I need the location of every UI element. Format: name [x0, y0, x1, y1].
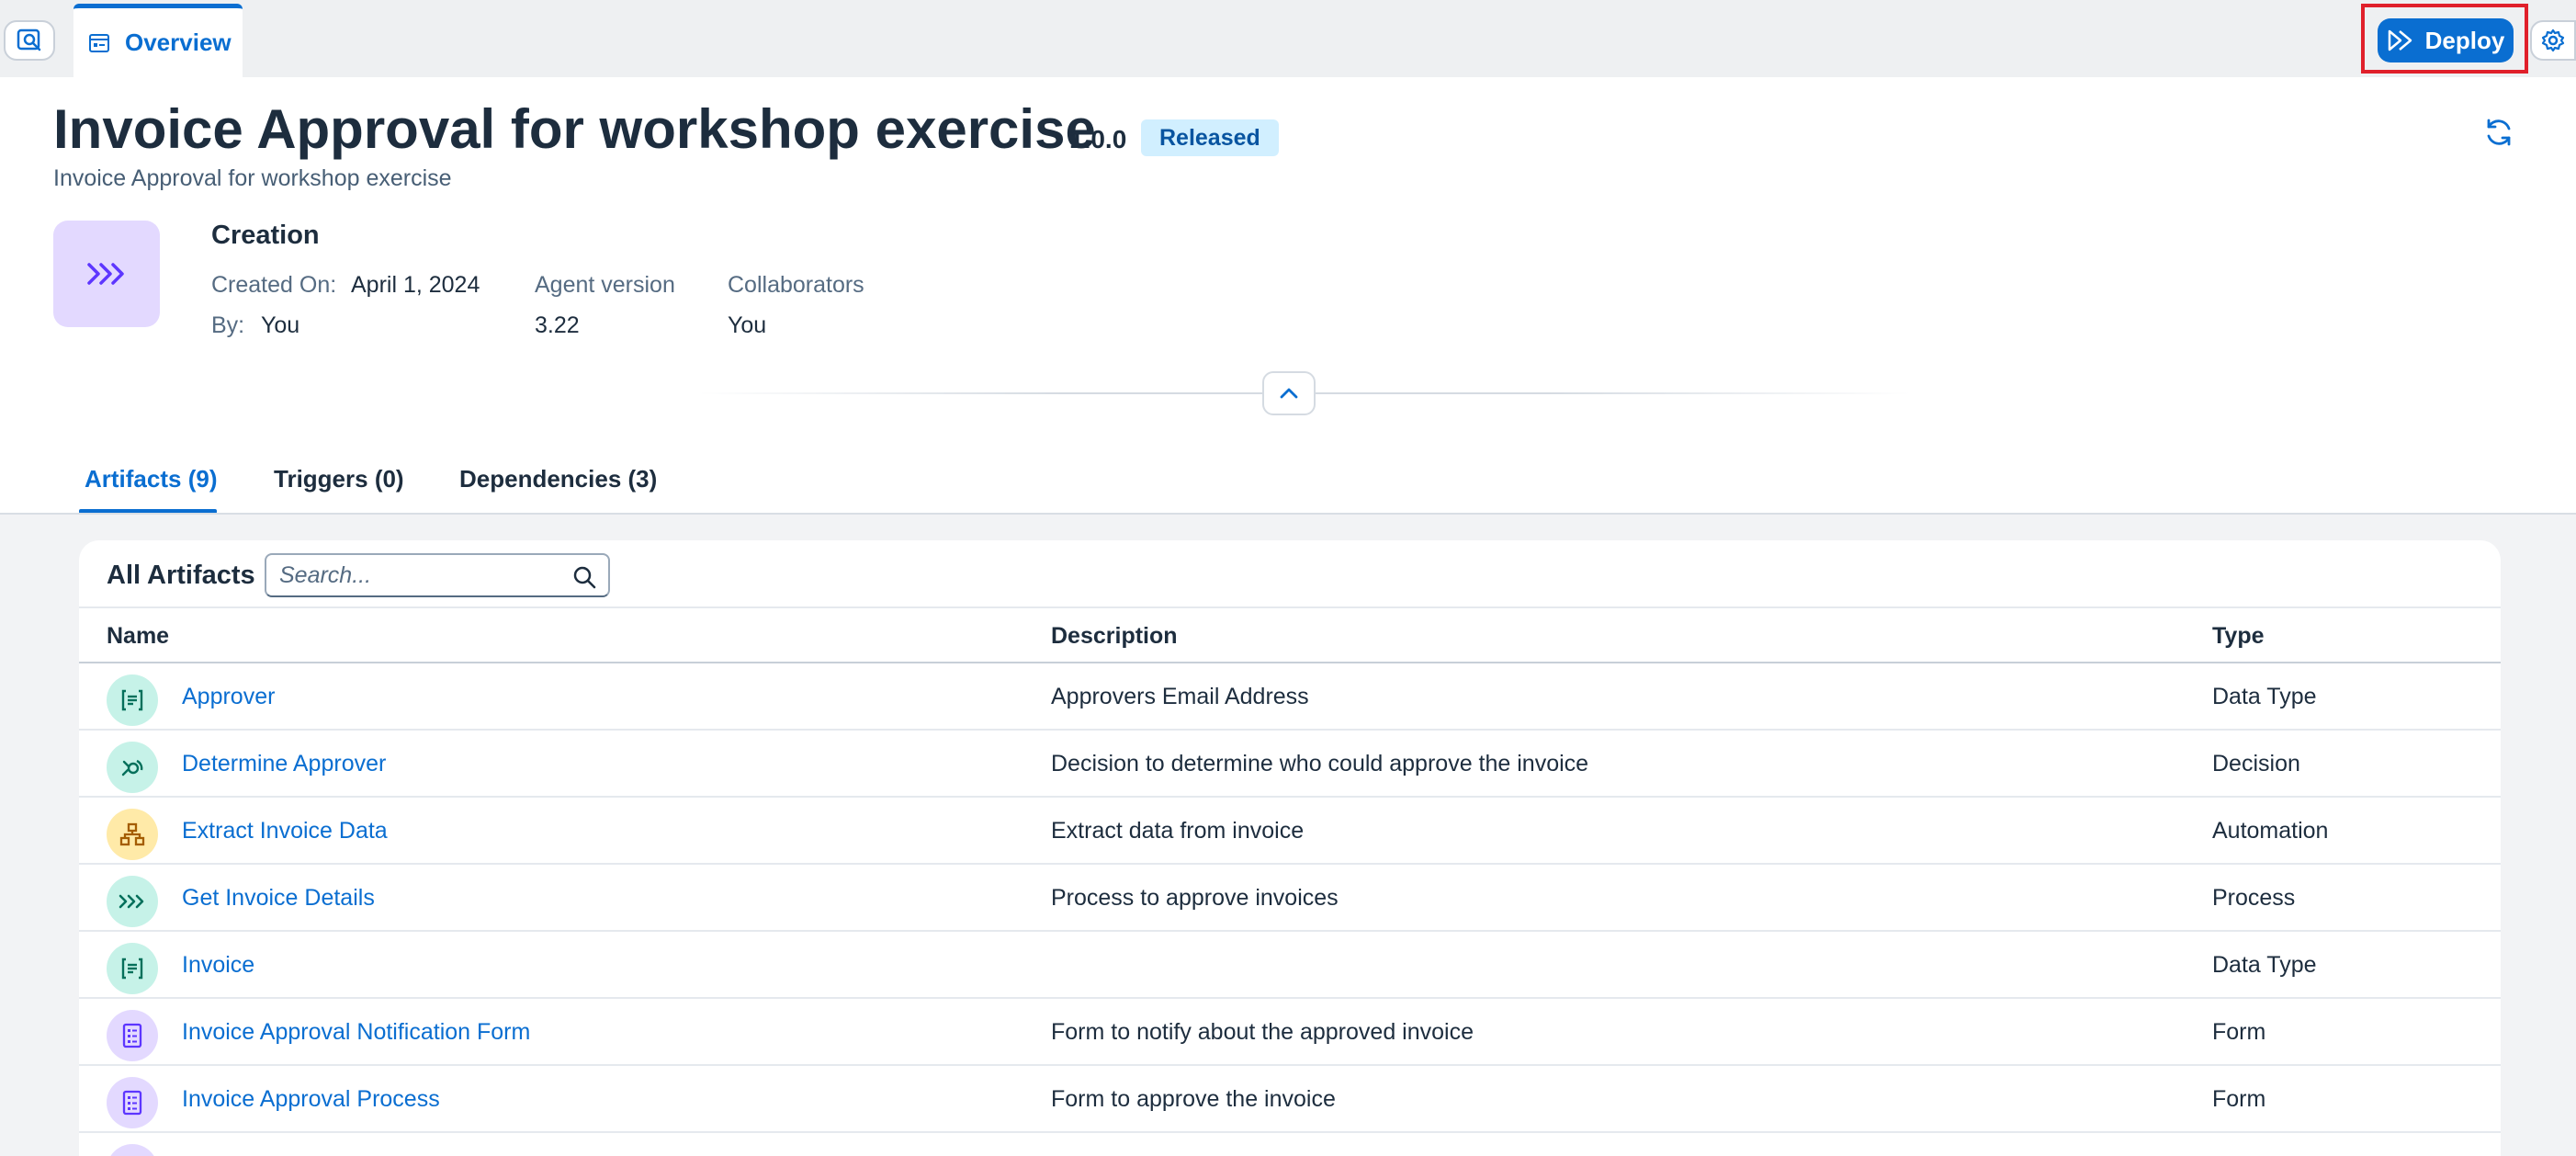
artifact-description: Decision to determine who could approve …	[1051, 751, 1589, 776]
page-subtitle: Invoice Approval for workshop exercise	[53, 165, 452, 191]
table-row-partial[interactable]	[79, 1133, 2501, 1156]
artifact-type: Process	[2212, 885, 2296, 911]
artifact-name-link[interactable]: Determine Approver	[182, 751, 386, 777]
artifact-name-link[interactable]: Invoice Approval Process	[182, 1086, 440, 1113]
artifact-type: Data Type	[2212, 684, 2317, 709]
by-label: By:	[211, 312, 245, 338]
gear-icon	[2541, 28, 2565, 52]
artifact-name-link[interactable]: Extract Invoice Data	[182, 818, 388, 844]
tab-dependencies[interactable]: Dependencies (3)	[459, 465, 657, 493]
column-header-type[interactable]: Type	[2212, 623, 2265, 650]
artifact-name-link[interactable]: Invoice Approval Notification Form	[182, 1019, 530, 1046]
by-value: You	[261, 312, 300, 338]
deploy-label: Deploy	[2424, 26, 2505, 54]
search-object-icon	[17, 28, 41, 51]
table-header: Name Description Type	[79, 606, 2501, 663]
form-icon	[107, 1144, 158, 1156]
artifact-description: Process to approve invoices	[1051, 885, 1339, 911]
tab-overview-label: Overview	[125, 28, 232, 56]
table-row[interactable]: Invoice Approval Process Form to approve…	[79, 1066, 2501, 1133]
decision-icon	[107, 742, 158, 793]
form-icon	[107, 1010, 158, 1061]
refresh-button[interactable]	[2480, 114, 2517, 151]
artifact-description: Form to approve the invoice	[1051, 1086, 1336, 1112]
column-header-description[interactable]: Description	[1051, 623, 1178, 650]
deploy-icon	[2388, 29, 2412, 51]
tabs-divider	[0, 513, 2576, 515]
artifact-type: Decision	[2212, 751, 2300, 776]
process-tile	[53, 221, 160, 327]
page-title: Invoice Approval for workshop exercise	[53, 98, 1096, 160]
process-chevrons-icon	[87, 263, 124, 285]
table-row[interactable]: Invoice Data Type	[79, 932, 2501, 999]
artifact-name-link[interactable]: Approver	[182, 684, 275, 710]
agent-version-label: Agent version	[535, 272, 675, 298]
status-badge: Released	[1141, 119, 1279, 156]
search-icon[interactable]	[571, 564, 597, 590]
artifact-type: Form	[2212, 1086, 2266, 1112]
artifact-description: Approvers Email Address	[1051, 684, 1309, 709]
form-icon	[107, 1077, 158, 1128]
tab-overview[interactable]: Overview	[73, 4, 243, 77]
data-type-icon	[107, 943, 158, 994]
creation-title: Creation	[211, 221, 320, 250]
artifact-name-link[interactable]: Get Invoice Details	[182, 885, 375, 912]
artifact-type: Form	[2212, 1019, 2266, 1045]
tab-bar: Artifacts (9) Triggers (0) Dependencies …	[0, 459, 2576, 515]
collaborators-value: You	[728, 312, 767, 338]
tab-triggers[interactable]: Triggers (0)	[274, 465, 404, 493]
table-row[interactable]: Approver Approvers Email Address Data Ty…	[79, 663, 2501, 731]
top-bar: Overview Deploy	[0, 0, 2576, 77]
artifact-type: Automation	[2212, 818, 2329, 844]
data-type-icon	[107, 674, 158, 726]
artifact-description: Extract data from invoice	[1051, 818, 1305, 844]
artifact-type: Data Type	[2212, 952, 2317, 978]
refresh-icon	[2487, 119, 2511, 146]
agent-version-value: 3.22	[535, 312, 580, 338]
process-icon	[107, 876, 158, 927]
tab-artifacts[interactable]: Artifacts (9)	[85, 465, 217, 493]
column-header-name[interactable]: Name	[107, 623, 169, 650]
table-row[interactable]: Get Invoice Details Process to approve i…	[79, 865, 2501, 932]
version-label: 1.0.0	[1069, 125, 1127, 153]
deploy-button[interactable]: Deploy	[2378, 18, 2514, 62]
search-input[interactable]	[279, 561, 555, 590]
chevron-up-icon	[1280, 388, 1298, 399]
table-row[interactable]: Invoice Approval Notification Form Form …	[79, 999, 2501, 1066]
artifacts-search	[265, 553, 610, 597]
automation-icon	[107, 809, 158, 860]
artifact-description: Form to notify about the approved invoic…	[1051, 1019, 1474, 1045]
created-on-label: Created On:	[211, 272, 337, 298]
object-header: Invoice Approval for workshop exercise 1…	[0, 77, 2576, 515]
collaborators-label: Collaborators	[728, 272, 864, 298]
table-row[interactable]: Extract Invoice Data Extract data from i…	[79, 798, 2501, 865]
table-row[interactable]: Determine Approver Decision to determine…	[79, 731, 2501, 798]
search-toggle-button[interactable]	[4, 20, 55, 61]
overview-icon	[89, 33, 109, 52]
created-on-value: April 1, 2024	[351, 272, 480, 298]
artifact-name-link[interactable]: Invoice	[182, 952, 254, 979]
collapse-header-button[interactable]	[1262, 371, 1316, 415]
artifacts-title: All Artifacts	[107, 561, 255, 590]
settings-button[interactable]	[2530, 20, 2576, 61]
artifacts-card: All Artifacts Name Description Type Appr…	[79, 540, 2501, 1156]
